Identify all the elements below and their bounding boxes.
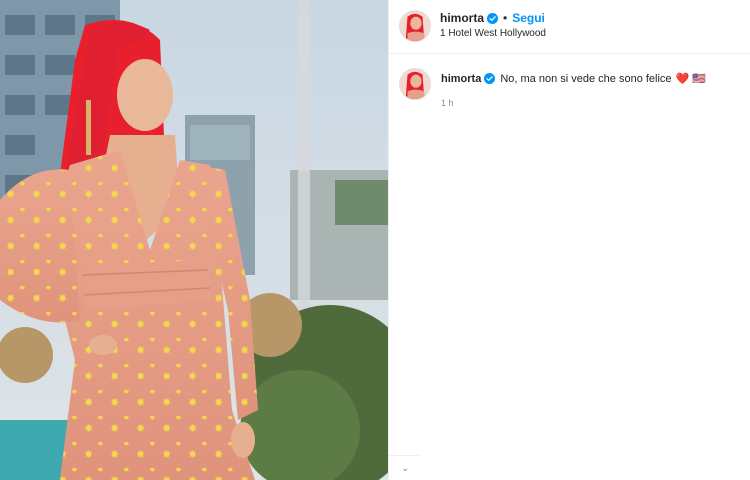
caption-text-line: himorta No, ma non si vede che sono feli…: [441, 72, 707, 86]
divider: [389, 455, 419, 456]
caption-timestamp[interactable]: 1 h: [441, 98, 454, 108]
caption-emojis: ❤️ 🇺🇸: [675, 73, 707, 85]
post-location[interactable]: 1 Hotel West Hollywood: [440, 28, 546, 39]
follow-button[interactable]: Segui: [512, 11, 545, 25]
more-icon[interactable]: ⌄: [401, 463, 409, 474]
author-avatar[interactable]: [399, 10, 431, 42]
verified-badge-icon: [487, 12, 499, 24]
post-side-panel: himorta • Segui 1 Hotel West Hollywood h…: [388, 0, 750, 480]
separator-dot: •: [503, 11, 508, 25]
post-photo[interactable]: ✸ ✸: [0, 0, 388, 480]
author-line: himorta • Segui: [440, 11, 545, 25]
post-image: ✸ ✸: [0, 0, 388, 480]
caption-avatar[interactable]: [399, 68, 431, 100]
author-username[interactable]: himorta: [440, 11, 484, 25]
caption-username[interactable]: himorta: [441, 73, 481, 85]
verified-badge-icon: [484, 73, 496, 84]
caption-text: No, ma non si vede che sono felice: [500, 72, 672, 85]
post-header: himorta • Segui 1 Hotel West Hollywood: [389, 0, 750, 54]
